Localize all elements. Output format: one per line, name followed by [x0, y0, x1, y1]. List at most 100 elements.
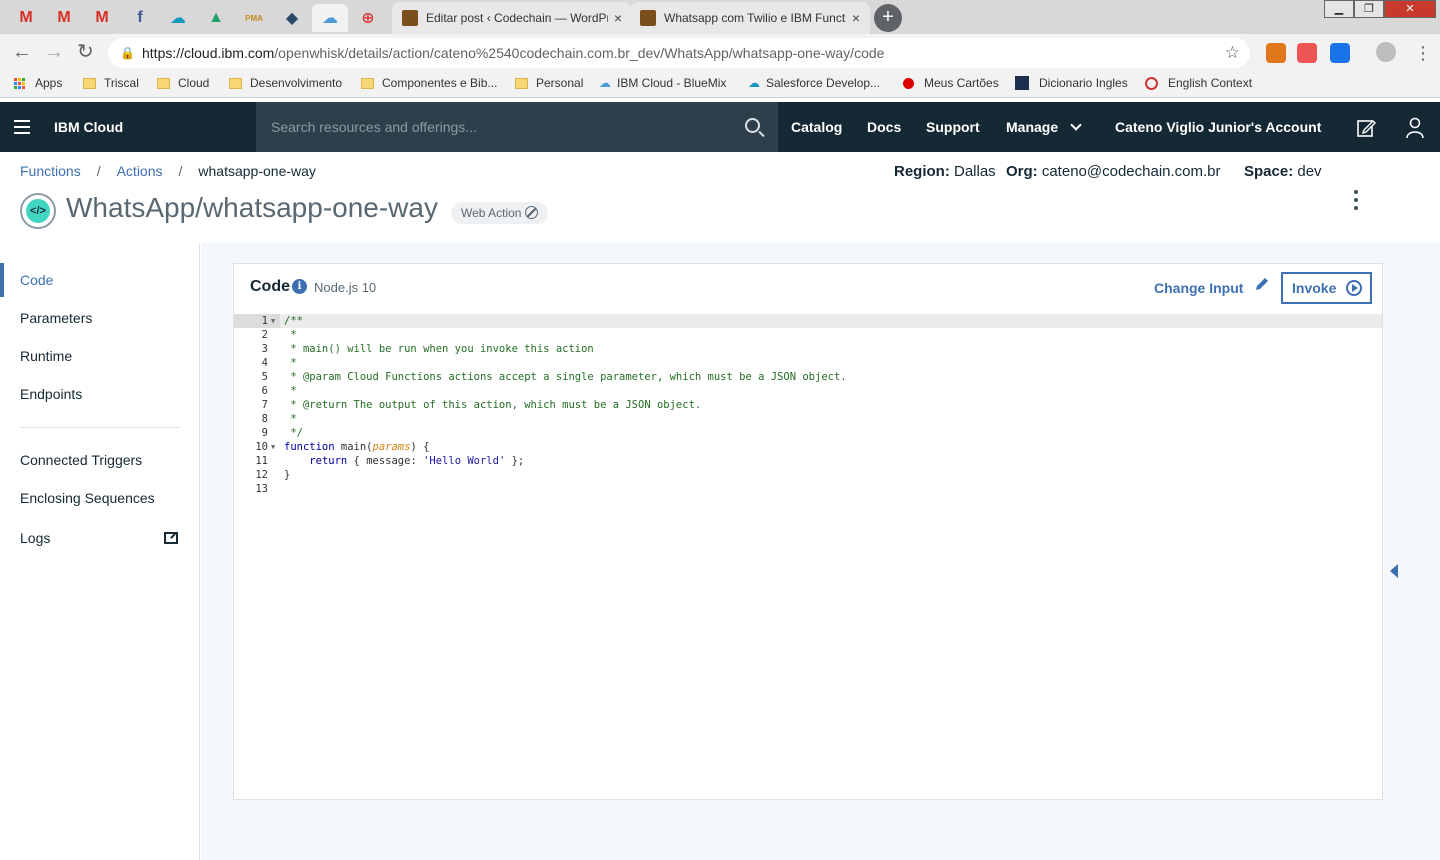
hamburger-menu-icon[interactable]	[14, 120, 30, 138]
bookmark-cloud[interactable]: Cloud	[157, 76, 209, 90]
sync-icon[interactable]	[1330, 43, 1350, 63]
fold-arrow-icon[interactable]: ▼	[271, 440, 275, 454]
lock-icon[interactable]: 🔒	[120, 38, 135, 68]
code-line[interactable]: 10 ▼ function main(params) {	[234, 440, 1382, 454]
metamask-icon[interactable]	[1266, 43, 1286, 63]
code-line[interactable]: 7 * @return The output of this action, w…	[234, 398, 1382, 412]
breadcrumb-actions[interactable]: Actions	[117, 163, 163, 179]
pinned-tab[interactable]: ◆	[274, 4, 310, 32]
bookmark-salesforce[interactable]: ☁ Salesforce Develop...	[748, 76, 880, 90]
close-tab-icon[interactable]: ×	[614, 10, 622, 26]
collapse-panel-icon[interactable]	[1390, 564, 1398, 578]
bookmark-componentes[interactable]: Componentes e Bib...	[361, 76, 497, 90]
code-line[interactable]: 5 * @param Cloud Functions actions accep…	[234, 370, 1382, 384]
invoke-label: Invoke	[1292, 280, 1337, 296]
back-icon[interactable]: ←	[12, 42, 32, 62]
reload-icon[interactable]: ↻	[77, 42, 94, 62]
bookmark-triscal[interactable]: Triscal	[83, 76, 139, 90]
pinned-tab[interactable]: PMA	[236, 4, 272, 32]
pinned-tab[interactable]: M	[8, 4, 44, 32]
browser-tab-wordpress[interactable]: Editar post ‹ Codechain — WordPress ×	[392, 2, 632, 34]
line-number: 12	[255, 469, 268, 481]
user-icon[interactable]	[1405, 117, 1425, 139]
active-indicator	[0, 263, 4, 297]
context-icon	[1145, 76, 1158, 90]
sidebar-item-runtime[interactable]: Runtime	[20, 348, 72, 364]
bookmark-apps[interactable]: Apps	[14, 76, 62, 90]
close-tab-icon[interactable]: ×	[852, 10, 860, 26]
browser-menu-icon[interactable]: ⋮	[1414, 43, 1432, 63]
code-line[interactable]: 13	[234, 482, 1382, 496]
nav-docs[interactable]: Docs	[867, 119, 901, 135]
search-icon[interactable]	[745, 118, 760, 133]
minimize-button[interactable]: ▁	[1324, 0, 1354, 18]
gmail-icon: M	[19, 9, 33, 26]
invoke-button[interactable]: Invoke	[1281, 272, 1372, 304]
share-icon[interactable]	[1297, 43, 1317, 63]
space-label: Space:	[1244, 163, 1294, 180]
forward-icon[interactable]: →	[44, 42, 64, 62]
code-line[interactable]: 4 *	[234, 356, 1382, 370]
org-value: cateno@codechain.com.br	[1041, 163, 1221, 180]
bookmark-dicionario[interactable]: Dicionario Ingles	[1015, 76, 1128, 90]
folder-icon	[83, 77, 96, 89]
account-switcher[interactable]: Cateno Viglio Junior's Account	[1115, 119, 1321, 135]
bookmark-label: Cloud	[178, 76, 210, 90]
bookmark-personal[interactable]: Personal	[515, 76, 583, 90]
url-bar[interactable]: 🔒 https://cloud.ibm.com/openwhisk/detail…	[108, 38, 1250, 68]
search-input[interactable]	[256, 102, 778, 152]
launch-icon[interactable]	[164, 532, 178, 544]
pinned-tab[interactable]: ▲	[198, 4, 234, 32]
info-icon[interactable]: i	[292, 279, 307, 294]
sidebar-item-enclosing-sequences[interactable]: Enclosing Sequences	[20, 490, 155, 506]
browser-tab-bar: M M Mf ☁ ▲ PMA ◆ ☁ ⊕ Editar post ‹ Codechain — W…	[0, 0, 1440, 34]
sidebar-item-connected-triggers[interactable]: Connected Triggers	[20, 452, 142, 468]
maximize-button[interactable]: ❐	[1354, 0, 1384, 18]
profile-avatar[interactable]	[1376, 42, 1396, 62]
new-tab-button[interactable]: +	[874, 4, 902, 32]
region-info: Region: Dallas	[894, 163, 996, 180]
pinned-tab[interactable]: M	[84, 4, 120, 32]
sidebar-item-endpoints[interactable]: Endpoints	[20, 386, 82, 402]
code-line[interactable]: 8 *	[234, 412, 1382, 426]
close-window-button[interactable]: ✕	[1384, 0, 1436, 18]
pinned-tab[interactable]: f	[122, 4, 158, 32]
code-line[interactable]: 3 * main() will be run when you invoke t…	[234, 342, 1382, 356]
overflow-menu-icon[interactable]	[1354, 190, 1360, 214]
browser-tab-whatsapp[interactable]: Whatsapp com Twilio e IBM Functions ×	[630, 2, 870, 34]
breadcrumb: Functions / Actions / whatsapp-one-way	[20, 163, 316, 179]
nav-manage[interactable]: Manage	[1006, 119, 1082, 135]
line-number: 7	[261, 399, 268, 411]
fold-arrow-icon[interactable]: ▼	[271, 314, 275, 328]
bookmark-english-context[interactable]: English Context	[1145, 76, 1252, 90]
code-line[interactable]: 9 */	[234, 426, 1382, 440]
bookmark-star-icon[interactable]: ☆	[1225, 38, 1240, 68]
bookmark-meus-cartoes[interactable]: Meus Cartões	[903, 76, 999, 90]
nav-support[interactable]: Support	[926, 119, 980, 135]
code-line[interactable]: 2 *	[234, 328, 1382, 342]
breadcrumb-separator: /	[178, 163, 183, 179]
code-line[interactable]: 12}	[234, 468, 1382, 482]
bookmark-desenvolvimento[interactable]: Desenvolvimento	[229, 76, 342, 90]
code-glyph: </>	[26, 199, 50, 223]
play-icon	[1346, 280, 1362, 296]
breadcrumb-functions[interactable]: Functions	[20, 163, 81, 179]
code-line[interactable]: 6 *	[234, 384, 1382, 398]
change-input-link[interactable]: Change Input	[1154, 280, 1243, 296]
sidebar-item-parameters[interactable]: Parameters	[20, 310, 92, 326]
code-line[interactable]: 11 return { message: 'Hello World' };	[234, 454, 1382, 468]
pinned-tab[interactable]: ⊕	[350, 4, 386, 32]
sidebar-item-code[interactable]: Code	[20, 272, 53, 288]
edit-icon[interactable]	[1356, 118, 1376, 138]
bookmark-ibm-cloud[interactable]: ☁ IBM Cloud - BlueMix	[599, 76, 726, 90]
nav-catalog[interactable]: Catalog	[791, 119, 842, 135]
pencil-icon[interactable]	[1254, 276, 1270, 292]
code-line[interactable]: 1 ▼ /**	[234, 314, 1382, 328]
search-bar[interactable]	[256, 102, 778, 152]
sidebar-item-logs[interactable]: Logs	[20, 530, 50, 546]
brand-logo[interactable]: IBM Cloud	[54, 119, 123, 135]
pinned-tab[interactable]: M	[46, 4, 82, 32]
pinned-tab[interactable]: ☁	[312, 4, 348, 32]
pinned-tab[interactable]: ☁	[160, 4, 196, 32]
code-editor[interactable]: 1 ▼/** 2 * 3 * main() will be run when you …	[234, 314, 1382, 799]
